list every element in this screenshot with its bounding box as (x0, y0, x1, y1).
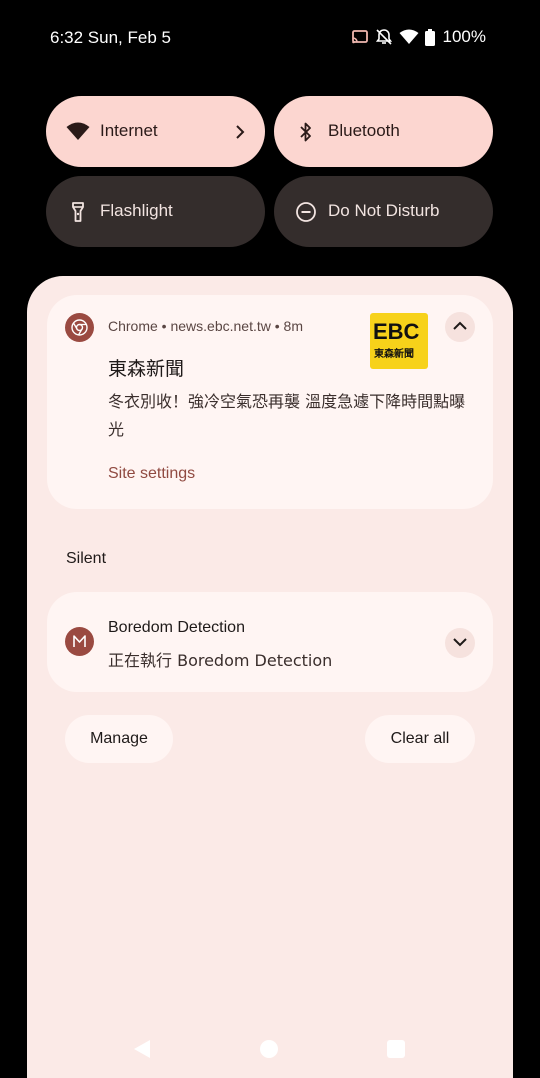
notification-meta: Chrome • news.ebc.net.tw • 8m (108, 318, 303, 334)
flashlight-tile[interactable]: Flashlight (46, 176, 265, 247)
boredom-detection-card[interactable] (47, 592, 493, 692)
status-icons: 100% (351, 27, 486, 47)
clear-all-button[interactable]: Clear all (365, 715, 475, 763)
chevron-right-icon[interactable] (233, 120, 247, 149)
flashlight-icon (66, 200, 90, 224)
boredom-detection-app-icon (65, 627, 94, 656)
manage-button[interactable]: Manage (65, 715, 173, 763)
boredom-detection-title: Boredom Detection (108, 619, 245, 636)
status-bar: 6:32 Sun, Feb 5 100% (0, 0, 540, 76)
bell-off-icon (375, 28, 393, 46)
do-not-disturb-icon (294, 200, 318, 224)
collapse-button[interactable] (445, 312, 475, 342)
flashlight-tile-label: Flashlight (100, 201, 173, 220)
battery-icon (424, 28, 435, 46)
chevron-down-icon (452, 634, 468, 652)
notification-text: 冬衣別收！強冷空氣恐再襲 溫度急遽下降時間點曝光 (108, 392, 466, 439)
bluetooth-tile[interactable]: Bluetooth (274, 96, 493, 167)
bluetooth-icon (294, 120, 318, 144)
chevron-up-icon (452, 318, 468, 336)
status-time-date: 6:32 Sun, Feb 5 (50, 28, 171, 47)
do-not-disturb-tile-label: Do Not Disturb (328, 201, 440, 220)
home-icon[interactable] (260, 1040, 278, 1058)
cast-icon (351, 29, 369, 45)
site-settings-link[interactable]: Site settings (108, 465, 195, 483)
back-icon[interactable] (132, 1039, 152, 1064)
notification-title: 東森新聞 (108, 359, 185, 380)
wifi-icon (399, 29, 419, 45)
expand-button[interactable] (445, 628, 475, 658)
internet-tile[interactable]: Internet (46, 96, 265, 167)
battery-percentage: 100% (442, 27, 486, 46)
ebc-logo-subtext: 東森新聞 (374, 349, 414, 360)
wifi-icon (66, 120, 90, 144)
do-not-disturb-tile[interactable]: Do Not Disturb (274, 176, 493, 247)
bluetooth-tile-label: Bluetooth (328, 121, 400, 140)
chrome-icon (65, 313, 94, 342)
recent-apps-icon[interactable] (387, 1040, 405, 1058)
ebc-logo-text: EBC (373, 319, 420, 344)
internet-tile-label: Internet (100, 121, 158, 140)
silent-section-label: Silent (66, 550, 107, 567)
ebc-logo: EBC 東森新聞 (370, 313, 428, 369)
boredom-detection-subtitle: 正在執行 Boredom Detection (108, 651, 333, 670)
